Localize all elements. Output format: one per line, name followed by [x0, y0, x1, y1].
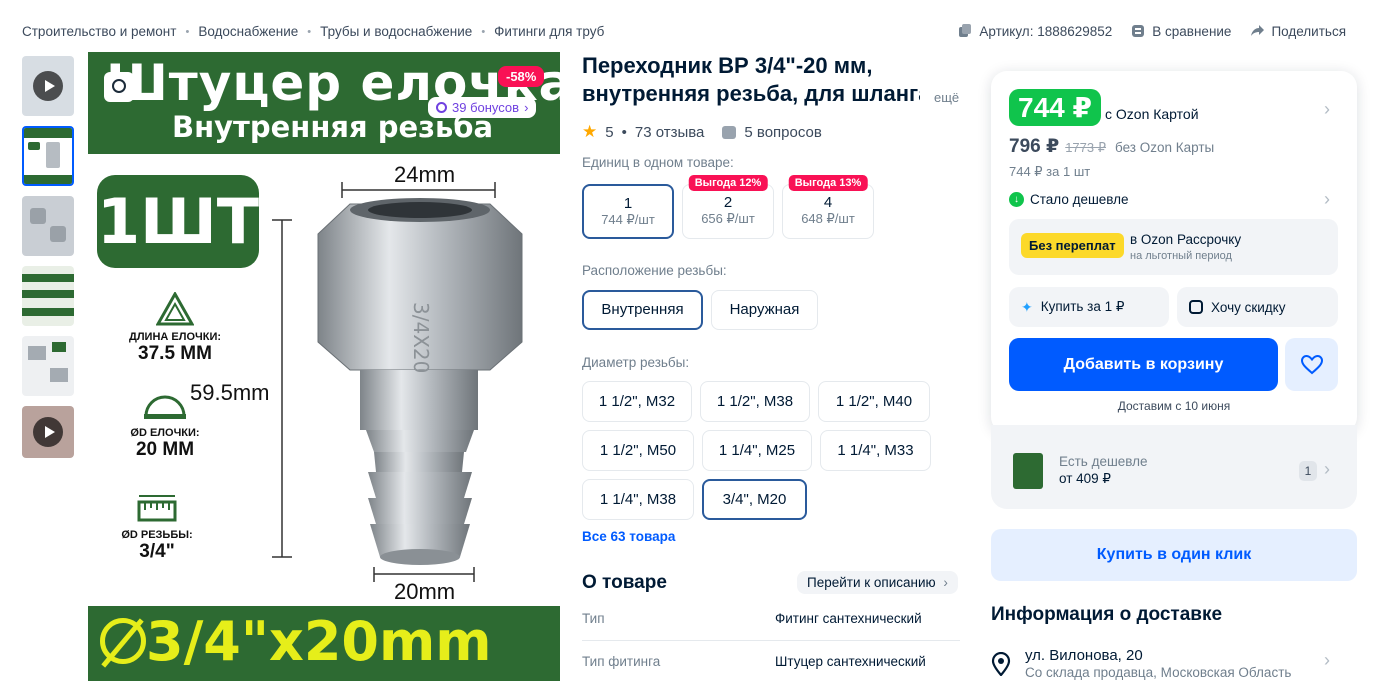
article-number[interactable]: Артикул: 1888629852 — [957, 23, 1112, 39]
fitting-illustration: 3/4X20 — [272, 182, 523, 582]
rating-value: 5 — [605, 123, 614, 141]
want-discount-button[interactable]: Хочу скидку — [1177, 287, 1338, 327]
heart-icon — [1301, 355, 1323, 375]
svg-text:3/4X20: 3/4X20 — [409, 302, 433, 373]
units-option[interactable]: 1 744 ₽/шт — [582, 184, 674, 239]
breadcrumb-item[interactable]: Фитинги для труб — [494, 24, 604, 39]
arrow-down-icon: ↓ — [1009, 192, 1024, 207]
thread-option-external[interactable]: Наружная — [711, 290, 818, 330]
offer-count-badge: 1 — [1299, 461, 1317, 481]
units-option[interactable]: Выгода 12% 2 656 ₽/шт — [682, 175, 774, 239]
one-click-buy-button[interactable]: Купить в один клик — [991, 529, 1357, 581]
dimension-bottom: 20mm — [394, 579, 456, 604]
units-label: Единиц в одном товаре: — [582, 155, 734, 170]
buy-card: 744 ₽ с Ozon Картой › 796 ₽ 1773 ₽ без O… — [991, 71, 1357, 433]
play-icon — [33, 417, 63, 447]
promo-badge: Выгода 12% — [688, 175, 768, 191]
regular-price-row: 796 ₽ 1773 ₽ без Ozon Карты — [1009, 136, 1215, 157]
favorite-button[interactable] — [1285, 338, 1338, 391]
divider — [582, 640, 960, 641]
compare-icon — [1132, 25, 1145, 37]
breadcrumb-separator: • — [481, 25, 486, 38]
installment-badge: Без переплат — [1021, 233, 1124, 258]
ozon-card-note[interactable]: с Ozon Картой — [1105, 106, 1199, 122]
main-product-image[interactable]: Штуцер елочка ВР Внутренняя резьба -58% … — [88, 52, 560, 681]
title-more-link[interactable]: ещё — [934, 90, 959, 105]
product-title: Переходник ВР 3/4"-20 мм, внутренняя рез… — [582, 53, 920, 106]
diameter-option[interactable]: 1 1/2", M40 — [818, 381, 930, 422]
attribute-row: Тип фитинга Штуцер сантехнический — [582, 654, 926, 669]
thumbnail-strip — [22, 56, 76, 468]
attribute-row: Тип Фитинг сантехнический — [582, 611, 922, 626]
chevron-right-icon[interactable]: › — [1324, 99, 1330, 120]
diameter-label: Диаметр резьбы: — [582, 355, 690, 370]
thread-option-internal[interactable]: Внутренняя — [582, 290, 703, 330]
image-thumbnail[interactable] — [22, 126, 74, 186]
image-thumbnail[interactable] — [22, 336, 74, 396]
share-button[interactable]: Поделиться — [1249, 23, 1346, 39]
chevron-right-icon: › — [1324, 650, 1330, 670]
offer-thumbnail — [1013, 453, 1043, 489]
video-thumbnail[interactable] — [22, 56, 74, 116]
all-products-link[interactable]: Все 63 товара — [582, 529, 675, 544]
buy-for-1-button[interactable]: ✦ Купить за 1 ₽ — [1009, 287, 1169, 327]
installment-banner[interactable]: Без переплат в Ozon Рассрочку на льготны… — [1009, 219, 1338, 275]
promo-badge: Выгода 13% — [788, 175, 868, 191]
price-drop-row[interactable]: ↓ Стало дешевле — [1009, 192, 1129, 207]
rating-row: ★ 5 • 73 отзыва 5 вопросов — [582, 122, 822, 141]
questions-link[interactable]: 5 вопросов — [744, 124, 821, 141]
location-pin-icon — [991, 652, 1011, 676]
sparkle-icon: ✦ — [1021, 298, 1033, 315]
about-title: О товаре — [582, 572, 667, 593]
thread-position-label: Расположение резьбы: — [582, 263, 727, 278]
compare-button[interactable]: В сравнение — [1130, 23, 1231, 39]
reviews-link[interactable]: 73 отзыва — [635, 124, 705, 141]
breadcrumb-item[interactable]: Водоснабжение — [198, 24, 298, 39]
diameter-option-selected[interactable]: 3/4", M20 — [702, 479, 807, 520]
image-thumbnail[interactable] — [22, 196, 74, 256]
image-banner-bottom: 3/4"x20mm — [88, 606, 560, 681]
discount-chat-icon — [1189, 300, 1203, 314]
add-to-cart-button[interactable]: Добавить в корзину — [1009, 338, 1278, 391]
diameter-option[interactable]: 1 1/4", M33 — [820, 430, 931, 471]
breadcrumb-item[interactable]: Трубы и водоснабжение — [320, 24, 472, 39]
per-unit-price: 744 ₽ за 1 шт — [1009, 164, 1091, 179]
copy-icon — [959, 24, 972, 37]
breadcrumb-item[interactable]: Строительство и ремонт — [22, 24, 176, 39]
dimension-top: 24mm — [394, 162, 456, 187]
video-thumbnail[interactable] — [22, 406, 74, 458]
diameter-option[interactable]: 1 1/4", M38 — [582, 479, 694, 520]
image-thumbnail[interactable] — [22, 266, 74, 326]
diameter-option[interactable]: 1 1/4", M25 — [702, 430, 812, 471]
delivery-info-title: Информация о доставке — [991, 604, 1223, 625]
units-option[interactable]: Выгода 13% 4 648 ₽/шт — [782, 175, 874, 239]
diameter-option[interactable]: 1 1/2", M38 — [700, 381, 810, 422]
diameter-icon — [100, 618, 146, 664]
delivery-date: Доставим с 10 июня — [1117, 399, 1231, 413]
delivery-address[interactable]: ул. Вилонова, 20 Со склада продавца, Мос… — [991, 646, 1357, 681]
size-label: 3/4"x20mm — [146, 610, 492, 673]
price-with-card: 744 ₽ — [1009, 89, 1101, 126]
breadcrumb-separator: • — [185, 25, 190, 38]
goto-description-button[interactable]: Перейти к описанию › — [797, 571, 958, 594]
breadcrumb-separator: • — [307, 25, 312, 38]
cheaper-offer[interactable]: Есть дешевле от 409 ₽ 1 › — [991, 425, 1357, 509]
chevron-right-icon: › — [1324, 459, 1330, 479]
top-actions: Артикул: 1888629852 В сравнение Поделить… — [949, 23, 1346, 39]
play-icon — [33, 71, 63, 101]
chevron-right-icon[interactable]: › — [1324, 189, 1330, 210]
diameter-option[interactable]: 1 1/2", M32 — [582, 381, 692, 422]
breadcrumb: Строительство и ремонт • Водоснабжение •… — [22, 24, 604, 39]
questions-icon — [722, 125, 737, 139]
star-icon: ★ — [582, 122, 598, 141]
chevron-right-icon: › — [943, 575, 948, 590]
share-icon — [1251, 25, 1265, 36]
dimension-height: 59.5mm — [190, 380, 270, 405]
diameter-option[interactable]: 1 1/2", M50 — [582, 430, 694, 471]
